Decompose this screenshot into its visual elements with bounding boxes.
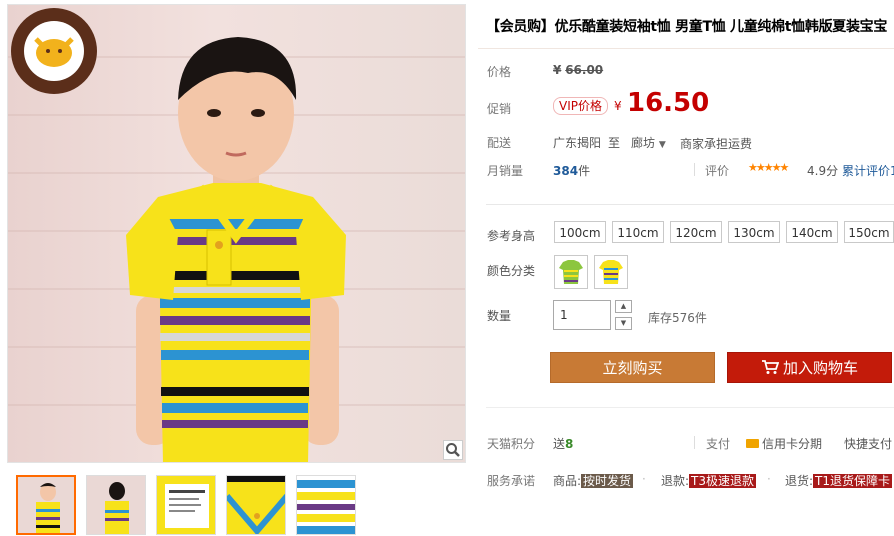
credit-card-icon [746,439,759,448]
credit-card-text: 信用卡分期 [762,437,823,451]
vip-price-tag: VIP价格 [553,97,608,115]
tmall-points: 送8 [553,435,573,452]
size-option-150[interactable]: 150cm [844,221,894,243]
chevron-down-icon: ▼ [620,319,627,327]
size-option-140[interactable]: 140cm [786,221,838,243]
quantity-increase-button[interactable]: ▲ [615,300,632,313]
size-label: 参考身高 [487,229,536,243]
original-price-value: 66.00 [565,63,604,77]
credit-card-installment[interactable]: 信用卡分期 [746,435,822,452]
brand-logo [8,5,100,97]
size-option-130[interactable]: 130cm [728,221,780,243]
main-product-photo[interactable] [7,4,466,463]
quantity-input[interactable]: 1 [553,300,611,330]
star-icon: ★★★★★ [748,161,789,174]
color-label: 颜色分类 [487,264,536,278]
return-prefix: 退货: [785,474,814,488]
rating-label: 评价 [705,164,730,178]
price-label: 价格 [487,65,512,79]
product-title: 【会员购】优乐酷童装短袖t恤 男童T恤 儿童纯棉t恤韩版夏装宝宝 [486,19,888,35]
original-price: ¥ 66.00 [553,63,603,77]
shipping-destination[interactable]: 廊坊 ▼ [631,134,666,151]
divider [694,436,695,449]
points-prefix: 送 [553,437,566,451]
goods-prefix: 商品: [553,474,582,488]
service-goods[interactable]: 商品: 按时发货 [553,472,634,489]
thumbnail-strip [16,475,476,536]
chevron-up-icon: ▲ [620,302,627,310]
stock-count: 库存576件 [648,311,707,325]
thumbnail-collar[interactable] [226,475,286,535]
thumbnail-front[interactable] [16,475,76,535]
divider [486,407,894,408]
divider [694,163,695,176]
yellow-shirt-swatch [599,260,623,284]
dot-separator: · [642,472,646,486]
thumbnail-fabric[interactable] [296,475,356,535]
quick-pay[interactable]: 快捷支付 [844,435,892,452]
destination-text: 廊坊 [631,136,656,150]
shipping-from: 广东揭阳 [553,136,602,150]
service-return[interactable]: 退货: T1退货保障卡 [785,472,893,489]
promo-label: 促销 [487,102,512,116]
buy-now-button[interactable]: 立刻购买 [550,352,715,383]
service-promise-label: 服务承诺 [487,474,536,488]
promo-price: 16.50 [627,88,710,118]
payment-label: 支付 [706,437,731,451]
shipping-label: 配送 [487,136,512,150]
color-option-green[interactable] [554,255,588,289]
size-option-110[interactable]: 110cm [612,221,664,243]
rating-stars: ★★★★★ [748,160,789,174]
thumbnail-label[interactable] [156,475,216,535]
return-guarantee-badge: T1退货保障卡 [813,474,893,488]
shipping-to-word: 至 [608,136,621,150]
quantity-decrease-button[interactable]: ▼ [615,317,632,330]
fast-refund-badge: T3极速退款 [689,474,757,488]
rating-score: 4.9分 [807,164,839,178]
monthly-sales: 384件 [553,162,590,179]
promo-currency: ¥ [614,99,622,113]
size-option-120[interactable]: 120cm [670,221,722,243]
quantity-label: 数量 [487,309,512,323]
monthly-sales-unit: 件 [578,164,591,178]
color-option-yellow[interactable] [594,255,628,289]
on-time-shipping-badge: 按时发货 [581,474,634,488]
original-currency: ¥ [553,63,562,77]
cart-icon [761,360,780,374]
zoom-button[interactable] [443,440,463,460]
size-option-100[interactable]: 100cm [554,221,606,243]
add-to-cart-label: 加入购物车 [782,359,858,377]
thumbnail-back[interactable] [86,475,146,535]
service-refund[interactable]: 退款: T3极速退款 [661,472,757,489]
monthly-sales-label: 月销量 [487,164,524,178]
dot-separator: · [767,472,771,486]
shipping-fee-note: 商家承担运费 [680,137,753,151]
cumulative-reviews-link[interactable]: 累计评价1 [842,162,894,179]
tmall-points-label: 天猫积分 [487,437,536,451]
refund-prefix: 退款: [661,474,690,488]
magnifier-icon [446,443,460,457]
add-to-cart-button[interactable]: 加入购物车 [727,352,892,383]
monthly-sales-count: 384 [553,164,579,178]
chevron-down-icon: ▼ [658,140,666,150]
divider [486,204,894,205]
green-shirt-swatch [559,260,583,284]
points-value: 8 [565,437,574,451]
